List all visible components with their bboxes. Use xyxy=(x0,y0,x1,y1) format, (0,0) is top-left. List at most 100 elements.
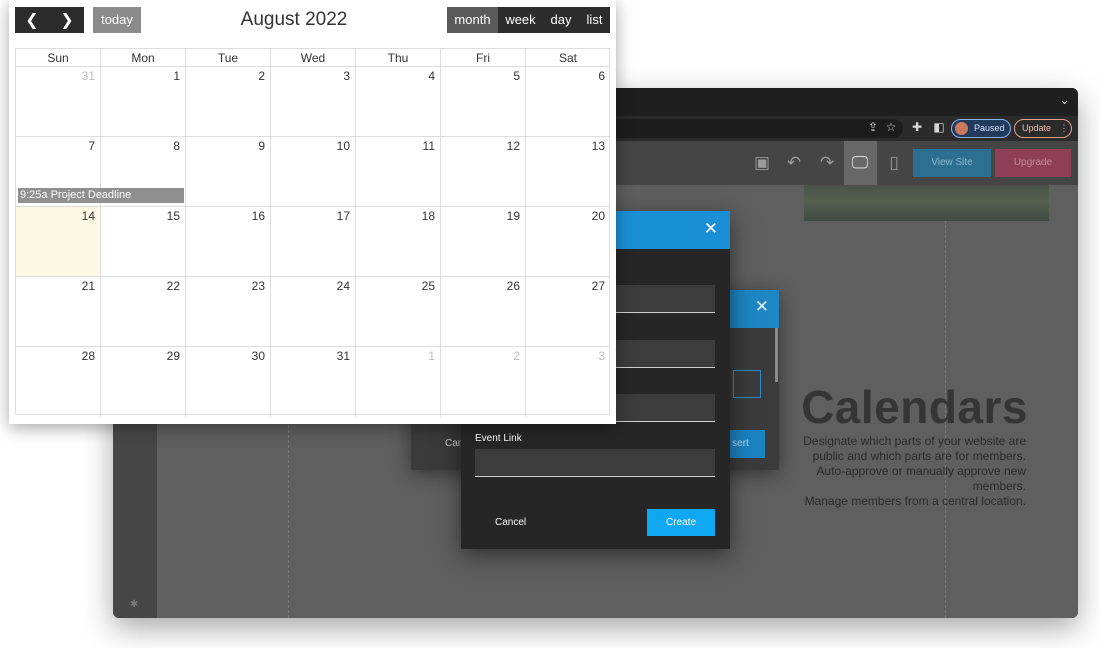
day-cell[interactable]: 23 xyxy=(186,277,271,347)
day-number: 3 xyxy=(598,349,605,363)
calendar-nav: ❮ ❯ xyxy=(15,7,84,33)
day-cell[interactable]: 30 xyxy=(186,347,271,417)
day-number: 1 xyxy=(428,349,435,363)
day-cell[interactable]: 5 xyxy=(441,67,526,137)
day-cell[interactable]: 28 xyxy=(16,347,101,417)
day-number: 8 xyxy=(173,139,180,153)
event-link-field[interactable] xyxy=(475,449,715,477)
day-number: 4 xyxy=(428,69,435,83)
profile-button[interactable]: Paused xyxy=(951,119,1011,138)
page-description: Designate which parts of your website ar… xyxy=(753,434,1026,509)
puzzle-icon[interactable]: ✚ xyxy=(909,120,925,134)
day-number: 2 xyxy=(513,349,520,363)
day-number: 20 xyxy=(591,209,605,223)
day-cell[interactable]: 10 xyxy=(271,137,356,207)
calendar-title: August 2022 xyxy=(240,9,348,30)
day-number: 21 xyxy=(81,279,95,293)
day-cell[interactable]: 3 xyxy=(271,67,356,137)
day-cell[interactable]: 2 xyxy=(441,347,526,417)
view-month-button[interactable]: month xyxy=(447,7,498,33)
day-number: 7 xyxy=(88,139,95,153)
day-cell[interactable]: 22 xyxy=(101,277,186,347)
upgrade-button[interactable]: Upgrade xyxy=(995,149,1071,177)
day-number: 15 xyxy=(166,209,180,223)
day-cell[interactable]: 27 xyxy=(526,277,610,347)
undo-icon[interactable]: ↶ xyxy=(783,153,805,173)
view-week-button[interactable]: week xyxy=(498,7,543,33)
day-number: 24 xyxy=(336,279,350,293)
day-cell[interactable]: 17 xyxy=(271,207,356,277)
create-button[interactable]: Create xyxy=(647,509,715,536)
star-icon[interactable]: ☆ xyxy=(883,120,899,134)
day-cell[interactable]: 3 xyxy=(526,347,610,417)
day-cell[interactable]: 29 xyxy=(101,347,186,417)
day-number: 16 xyxy=(251,209,265,223)
day-cell[interactable]: 1 xyxy=(356,347,441,417)
view-switcher: month week day list xyxy=(447,7,610,33)
mobile-icon[interactable]: ▯ xyxy=(883,153,905,173)
day-number: 9 xyxy=(258,139,265,153)
text-field[interactable] xyxy=(733,370,761,398)
day-cell[interactable]: 4 xyxy=(356,67,441,137)
day-cell[interactable]: 20 xyxy=(526,207,610,277)
day-cell[interactable]: 19 xyxy=(441,207,526,277)
close-icon[interactable]: ✕ xyxy=(704,219,718,239)
day-cell[interactable]: 25 xyxy=(356,277,441,347)
next-month-button[interactable]: ❯ xyxy=(50,7,84,33)
view-list-button[interactable]: list xyxy=(579,7,610,33)
weekday-header: Fri xyxy=(441,49,526,67)
hero-image xyxy=(804,185,1049,221)
scrollbar[interactable] xyxy=(775,328,778,382)
weekday-header: Sat xyxy=(526,49,610,67)
view-site-button[interactable]: View Site xyxy=(913,149,991,177)
today-button[interactable]: today xyxy=(93,7,141,33)
day-cell[interactable]: 6 xyxy=(526,67,610,137)
day-number: 2 xyxy=(258,69,265,83)
description-line: members. xyxy=(972,479,1026,493)
day-number: 14 xyxy=(81,209,95,223)
calendar-event[interactable]: 9:25a Project Deadline xyxy=(18,188,184,203)
cancel-button[interactable]: Cancel xyxy=(495,517,526,528)
day-cell[interactable]: 21 xyxy=(16,277,101,347)
day-number: 10 xyxy=(336,139,350,153)
desktop-icon: 🖵 xyxy=(851,153,869,173)
day-number: 31 xyxy=(81,69,95,83)
day-number: 25 xyxy=(421,279,435,293)
day-cell[interactable]: 18 xyxy=(356,207,441,277)
day-cell[interactable]: 9 xyxy=(186,137,271,207)
view-day-button[interactable]: day xyxy=(543,7,579,33)
update-button[interactable]: Update ⋮ xyxy=(1014,119,1072,138)
day-cell[interactable]: 26 xyxy=(441,277,526,347)
settings-icon[interactable]: ✱ xyxy=(130,599,138,610)
day-cell[interactable]: 2 xyxy=(186,67,271,137)
save-icon[interactable]: ▣ xyxy=(751,153,773,173)
weekday-header: Sun xyxy=(16,49,101,67)
month-grid: Sun Mon Tue Wed Thu Fri Sat 31 1 2 3 4 5… xyxy=(15,48,610,417)
chevron-down-icon[interactable]: ⌄ xyxy=(1059,93,1070,108)
share-icon[interactable]: ⇪ xyxy=(865,120,881,134)
day-number: 26 xyxy=(506,279,520,293)
day-cell[interactable]: 31 xyxy=(271,347,356,417)
day-cell[interactable]: 16 xyxy=(186,207,271,277)
day-number: 18 xyxy=(421,209,435,223)
prev-month-button[interactable]: ❮ xyxy=(15,7,49,33)
day-number: 5 xyxy=(513,69,520,83)
day-cell[interactable]: 11 xyxy=(356,137,441,207)
day-cell[interactable]: 1 xyxy=(101,67,186,137)
day-cell-today[interactable]: 14 xyxy=(16,207,101,277)
day-number: 17 xyxy=(336,209,350,223)
day-cell[interactable]: 31 xyxy=(16,67,101,137)
day-number: 28 xyxy=(81,349,95,363)
day-cell[interactable]: 15 xyxy=(101,207,186,277)
desktop-view-button[interactable]: 🖵 xyxy=(844,141,877,185)
day-number: 22 xyxy=(166,279,180,293)
day-cell[interactable]: 24 xyxy=(271,277,356,347)
day-number: 29 xyxy=(166,349,180,363)
day-cell[interactable]: 12 xyxy=(441,137,526,207)
close-icon[interactable]: ✕ xyxy=(755,297,769,317)
day-cell[interactable]: 13 xyxy=(526,137,610,207)
redo-icon[interactable]: ↷ xyxy=(816,153,838,173)
day-number: 27 xyxy=(591,279,605,293)
sidebar-icon[interactable]: ◧ xyxy=(931,120,947,134)
day-number: 3 xyxy=(343,69,350,83)
